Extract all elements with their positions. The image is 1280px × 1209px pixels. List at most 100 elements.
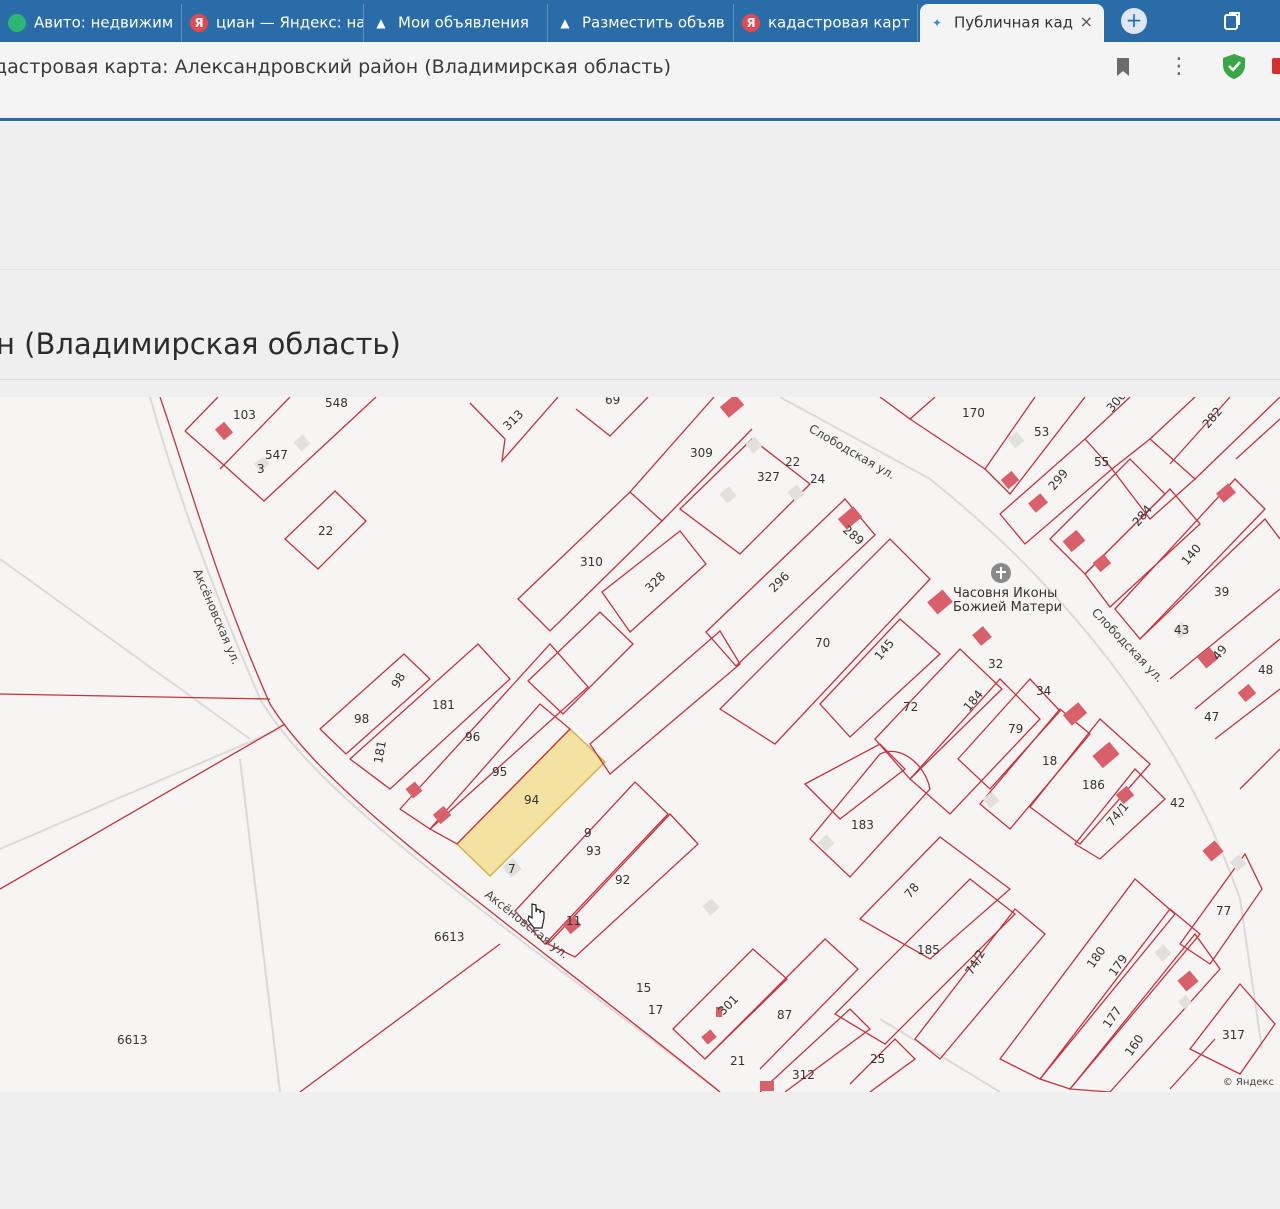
tab-avito[interactable]: Авито: недвижим (0, 4, 182, 42)
parcel-label: 6613 (434, 930, 465, 944)
parcel-label: 310 (580, 555, 603, 569)
poi-label-line2: Божией Матери (953, 600, 1062, 615)
page-title-in-address-bar: дастровая карта: Александровский район (… (0, 56, 672, 78)
page-title: н (Владимирская область) (0, 327, 401, 361)
parcel-label: 9 (584, 826, 592, 840)
outbuildings (254, 431, 1247, 1010)
parcel-label: 317 (1222, 1028, 1245, 1042)
parcel-label: 548 (325, 397, 348, 410)
parcel-label: 39 (1214, 585, 1229, 599)
parcel-label: 47 (1204, 710, 1219, 724)
parcel-label: 17 (648, 1003, 663, 1017)
parcel-label: 3 (257, 462, 265, 476)
parcel-label: 77 (1216, 904, 1231, 918)
parcel-label: 186 (1082, 778, 1105, 792)
tab-public-cadastral-map[interactable]: ✦ Публичная кад × (920, 4, 1104, 42)
parcel-label: 69 (605, 397, 620, 407)
parcel-label: 34 (1036, 684, 1051, 698)
parcel-label: 183 (851, 818, 874, 832)
tab-bar: Авито: недвижим Яциан — Яндекс: на ▲ Мои … (0, 0, 1280, 42)
divider (0, 269, 1280, 270)
parcel-label: 312 (792, 1068, 815, 1082)
tab-title: Авито: недвижим (34, 13, 174, 32)
yandex-icon: Я (742, 13, 760, 32)
parcel-label: 70 (815, 636, 830, 650)
street-label-aksenovskaya: Аксёновская ул. (190, 567, 243, 667)
extension-icon[interactable] (1272, 58, 1280, 74)
parcel-label: 180 (1084, 944, 1109, 971)
tab-title: Публичная кад (954, 13, 1074, 32)
parcel-label: 98 (388, 670, 408, 690)
chapel-poi-icon[interactable] (991, 563, 1011, 583)
tab-title: циан — Яндекс: на (216, 13, 364, 32)
parcel-label: 181 (371, 740, 389, 765)
parcel-label: 300 (1104, 397, 1129, 415)
parcel-label: 78 (902, 880, 923, 901)
parcel-label: 21 (730, 1054, 745, 1068)
parcel-label: 327 (757, 470, 780, 484)
parcel-label: 98 (354, 712, 369, 726)
tab-overview-icon[interactable] (1222, 10, 1242, 32)
parcel-label: 22 (785, 455, 800, 469)
poi-label-line1: Часовня Иконы (953, 586, 1057, 601)
parcel-label: 103 (233, 408, 256, 422)
parcel-label: 24 (810, 472, 825, 486)
parcel-label: 140 (1179, 541, 1204, 568)
parcel-label: 184 (961, 687, 986, 714)
parcel-label: 96 (465, 730, 480, 744)
page-content: н (Владимирская область) Часовня Иконы Б… (0, 121, 1280, 1209)
parcel-label: 181 (432, 698, 455, 712)
parcel-label: 11 (566, 914, 581, 928)
parcel-label: 170 (962, 406, 985, 420)
tab-cian-search[interactable]: Яциан — Яндекс: на (182, 4, 364, 42)
address-bar[interactable]: дастровая карта: Александровский район (… (0, 42, 1280, 120)
cian-icon: ▲ (376, 15, 386, 30)
map-attribution: © Яндекс (1222, 1077, 1274, 1088)
cian-icon: ▲ (560, 15, 570, 30)
pkk-icon: ✦ (931, 15, 943, 30)
tab-post-listing[interactable]: ▲ Разместить объяв (548, 4, 734, 42)
tab-title: Мои объявления (398, 13, 529, 32)
parcel-label: 87 (777, 1008, 792, 1022)
parcel-label: 15 (636, 981, 651, 995)
parcel-label: 145 (872, 636, 897, 663)
cadastral-map[interactable]: Часовня Иконы Божией Матери Аксёновская … (0, 397, 1280, 1092)
parcel-label: 7 (508, 862, 516, 876)
parcel-label: 92 (615, 873, 630, 887)
new-tab-button[interactable]: + (1121, 8, 1147, 34)
street-label-slobodskaya: Слободская ул. (1089, 605, 1167, 685)
parcel-label: 6613 (117, 1033, 148, 1047)
tab-title: кадастровая карт (768, 13, 910, 32)
yandex-icon: Я (190, 13, 208, 32)
parcel-label: 42 (1170, 796, 1185, 810)
divider (0, 379, 1280, 380)
parcel-label: 296 (766, 569, 792, 595)
parcel-label: 95 (492, 765, 507, 779)
parcel-label: 72 (903, 700, 918, 714)
parcel-label: 18 (1042, 754, 1057, 768)
parcel-label: 48 (1258, 663, 1273, 677)
bookmark-icon[interactable] (1113, 56, 1133, 78)
parcel-label: 22 (318, 524, 333, 538)
parcel-label: 309 (690, 446, 713, 460)
road-network (0, 397, 1263, 1092)
parcel-label: 313 (500, 407, 526, 433)
parcel-label: 53 (1034, 425, 1049, 439)
parcel-label: 43 (1174, 623, 1189, 637)
parcel-label: 79 (1008, 722, 1023, 736)
tab-my-listings[interactable]: ▲ Мои объявления (364, 4, 548, 42)
tab-title: Разместить объяв (582, 13, 725, 32)
parcel-label: 94 (524, 793, 539, 807)
parcel-label: 185 (917, 943, 940, 957)
more-menu-icon[interactable]: ⋮ (1168, 54, 1190, 79)
tab-cadastral-search[interactable]: Якадастровая карт (734, 4, 918, 42)
parcel-label: 74/2 (962, 947, 988, 977)
parcel-label: 25 (870, 1052, 885, 1066)
parcel-label: 328 (642, 569, 668, 595)
parcel-label: 547 (265, 448, 288, 462)
buildings (214, 397, 1257, 1091)
parcel-label: 93 (586, 844, 601, 858)
close-tab-icon[interactable]: × (1080, 4, 1093, 40)
parcel-label: 32 (988, 657, 1003, 671)
shield-icon[interactable] (1221, 52, 1247, 80)
